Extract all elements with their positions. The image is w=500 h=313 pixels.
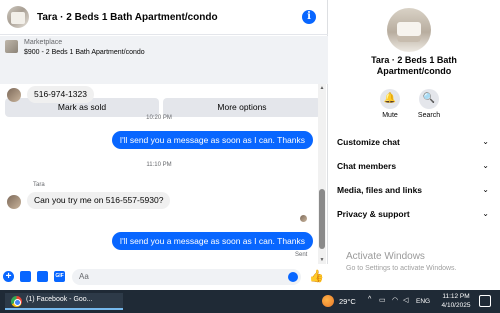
seen-indicator-avatar xyxy=(300,215,307,222)
gif-icon[interactable]: GIF xyxy=(54,271,65,282)
message-bubble-outgoing[interactable]: I'll send you a message as soon as I can… xyxy=(111,131,313,149)
notification-icon[interactable] xyxy=(479,295,491,307)
conversation-details-panel: Tara · 2 Beds 1 Bath Apartment/condo 🔔 M… xyxy=(329,0,500,290)
clock-time[interactable]: 11:12 PM xyxy=(439,293,473,300)
chevron-down-icon: ⌄ xyxy=(482,161,489,170)
section-label: Media, files and links xyxy=(337,185,423,195)
sticker-icon[interactable] xyxy=(37,271,48,282)
section-media-files-links[interactable]: Media, files and links ⌄ xyxy=(337,180,489,200)
message-list: 516-974-1323 10:20 PM I'll send you a me… xyxy=(0,84,318,264)
activate-windows-subtitle: Go to Settings to activate Windows. xyxy=(346,265,457,272)
listing-label: Marketplace xyxy=(24,39,63,46)
timestamp-text: 11:10 PM xyxy=(146,162,172,168)
section-label: Customize chat xyxy=(337,137,400,147)
activate-windows-title: Activate Windows xyxy=(346,251,425,262)
clock-date[interactable]: 4/10/2025 xyxy=(436,302,476,309)
chevron-down-icon: ⌄ xyxy=(482,137,489,146)
conversation-details-title: Tara · 2 Beds 1 Bath Apartment/condo xyxy=(371,55,457,76)
message-bubble-incoming[interactable]: Can you try me on 516-557-5930? xyxy=(27,192,171,209)
mute-label: Mute xyxy=(382,112,398,119)
conversation-title[interactable]: Tara · 2 Beds 1 Bath Apartment/condo xyxy=(37,12,218,23)
search-label: Search xyxy=(417,112,441,119)
search-action[interactable]: 🔍 Search xyxy=(409,89,449,119)
bell-icon[interactable]: 🔔 xyxy=(380,89,400,109)
message-bubble-outgoing[interactable]: I'll send you a message as soon as I can… xyxy=(111,232,313,250)
chevron-down-icon: ⌄ xyxy=(482,209,489,218)
scroll-down-arrow-icon[interactable]: ▼ xyxy=(319,257,325,263)
conversation-avatar-large[interactable] xyxy=(387,8,431,52)
section-customize-chat[interactable]: Customize chat ⌄ xyxy=(337,132,489,152)
weather-icon[interactable] xyxy=(322,295,334,307)
windows-taskbar: (1) Facebook - Goo... 29°C ^ ▭ ◠ ◁ ENG 1… xyxy=(0,290,500,313)
section-label: Privacy & support xyxy=(337,209,410,219)
chrome-icon xyxy=(11,296,22,307)
chat-panel: Tara · 2 Beds 1 Bath Apartment/condo i M… xyxy=(0,0,328,290)
chat-header: Tara · 2 Beds 1 Bath Apartment/condo i xyxy=(0,0,328,35)
taskbar-app-chrome[interactable]: (1) Facebook - Goo... xyxy=(5,293,123,310)
timestamp: 10:20 PM xyxy=(0,115,318,121)
listing-thumbnail[interactable] xyxy=(5,40,18,53)
marketplace-listing: Marketplace $900 - 2 Beds 1 Bath Apartme… xyxy=(0,36,328,117)
conversation-avatar[interactable] xyxy=(7,6,29,28)
chevron-down-icon: ⌄ xyxy=(482,185,489,194)
photo-icon[interactable] xyxy=(20,271,31,282)
sender-avatar[interactable] xyxy=(7,195,21,209)
timestamp-text: 10:20 PM xyxy=(146,115,172,121)
thumbs-up-icon[interactable]: 👍 xyxy=(309,269,324,283)
message-bubble-incoming[interactable]: 516-974-1323 xyxy=(27,86,94,103)
network-icon[interactable]: ▭ xyxy=(379,296,386,304)
wifi-icon[interactable]: ◠ xyxy=(392,296,398,304)
section-label: Chat members xyxy=(337,161,397,171)
taskbar-app-label: (1) Facebook - Goo... xyxy=(26,296,93,303)
mute-action[interactable]: 🔔 Mute xyxy=(370,89,410,119)
section-privacy-support[interactable]: Privacy & support ⌄ xyxy=(337,204,489,224)
scrollbar-thumb[interactable] xyxy=(319,189,325,249)
sender-avatar[interactable] xyxy=(7,88,21,102)
language-indicator[interactable]: ENG xyxy=(416,298,430,305)
plus-icon[interactable]: + xyxy=(3,271,14,282)
volume-icon[interactable]: ◁ xyxy=(403,296,408,304)
weather-temperature[interactable]: 29°C xyxy=(339,297,356,306)
search-icon[interactable]: 🔍 xyxy=(419,89,439,109)
timestamp: 11:10 PM xyxy=(0,162,318,168)
listing-title[interactable]: $900 - 2 Beds 1 Bath Apartment/condo xyxy=(24,49,145,56)
scroll-up-arrow-icon[interactable]: ▲ xyxy=(319,85,325,91)
message-status: Sent xyxy=(295,252,308,258)
sender-name: Tara xyxy=(33,182,45,188)
emoji-icon[interactable] xyxy=(288,272,298,282)
message-composer: + GIF Aa 👍 xyxy=(0,264,328,290)
section-chat-members[interactable]: Chat members ⌄ xyxy=(337,156,489,176)
message-input[interactable]: Aa xyxy=(72,269,301,285)
info-icon[interactable]: i xyxy=(302,10,316,24)
chevron-up-icon[interactable]: ^ xyxy=(368,296,371,303)
